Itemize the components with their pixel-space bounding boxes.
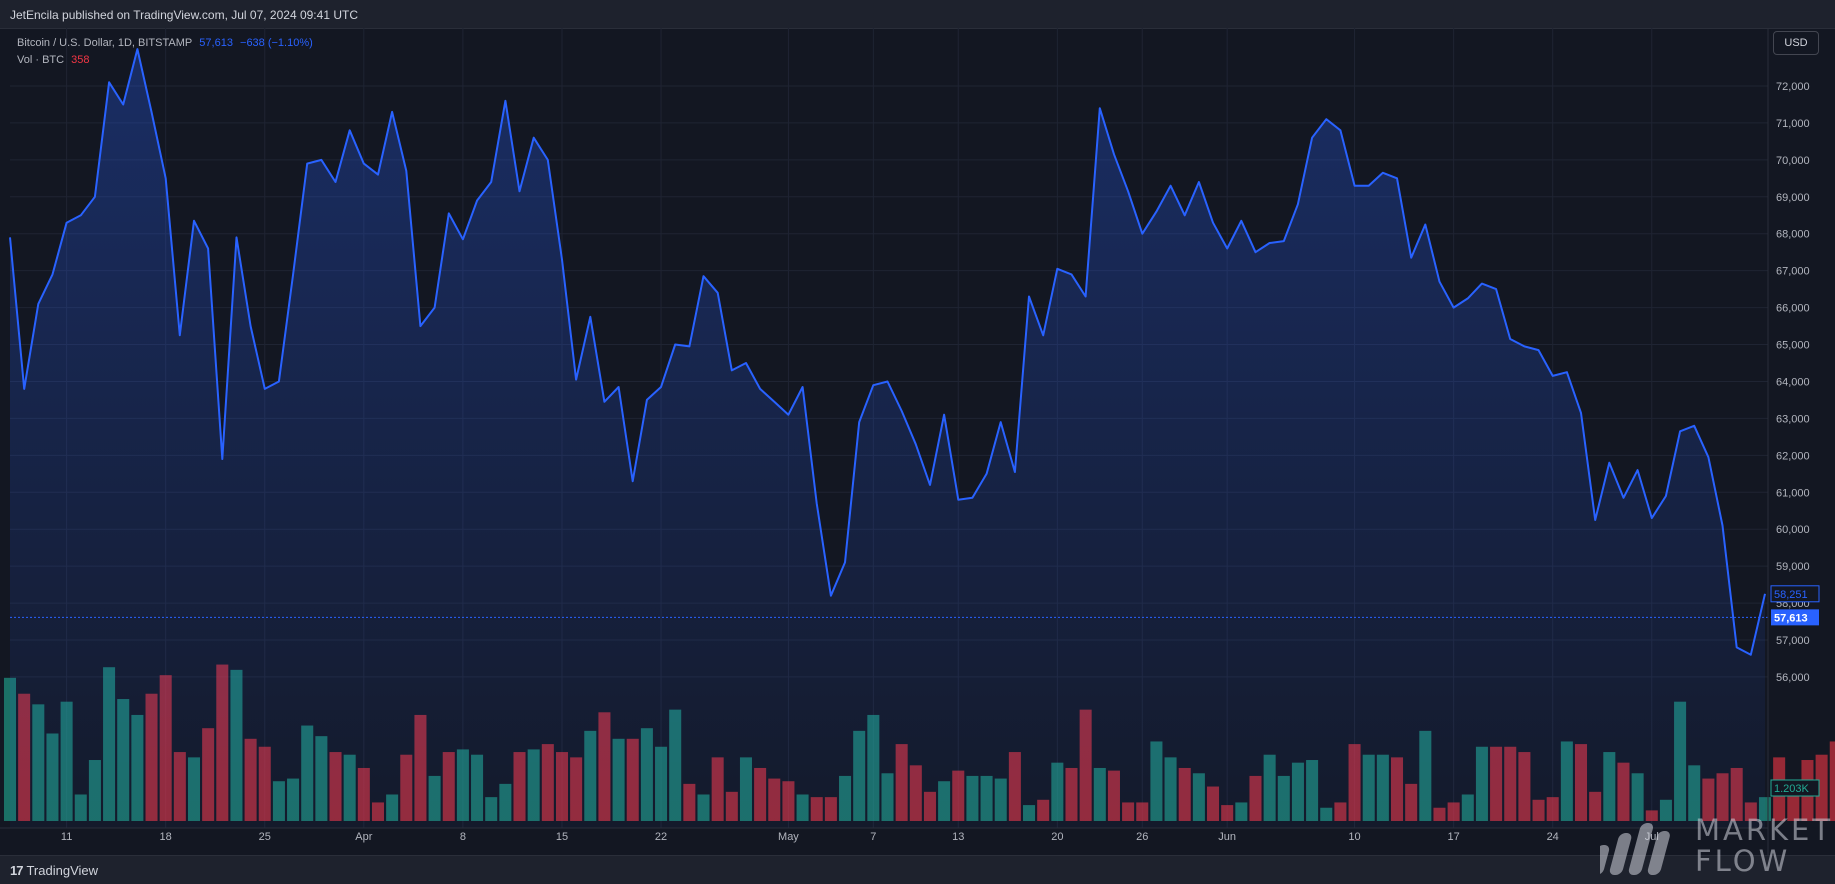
x-tick-label: 10: [1348, 831, 1360, 843]
top-bar: JetEncila published on TradingView.com, …: [0, 0, 1835, 29]
published-info: JetEncila published on TradingView.com, …: [10, 8, 358, 22]
volume-label[interactable]: Vol · BTC: [17, 54, 64, 66]
x-tick-label: 18: [160, 831, 172, 843]
x-tick-label: 24: [1547, 831, 1559, 843]
y-tick-label: 56,000: [1776, 672, 1810, 684]
bottom-bar: 17 TradingView: [0, 855, 1835, 884]
y-tick-label: 59,000: [1776, 561, 1810, 573]
previous-close-tag: 57,613: [1771, 609, 1819, 626]
tradingview-logo-icon: 17: [10, 863, 24, 878]
price-chart[interactable]: 56,00057,00058,00059,00060,00061,00062,0…: [0, 28, 1835, 855]
y-tick-label: 72,000: [1776, 81, 1810, 93]
x-tick-label: 15: [556, 831, 568, 843]
y-tick-label: 65,000: [1776, 340, 1810, 352]
price-area-fill: [10, 49, 1765, 829]
volume-bar: [1829, 741, 1835, 821]
price-change: −638 (−1.10%): [240, 37, 313, 49]
current-price-tag: 58,251: [1770, 585, 1820, 603]
tradingview-brand[interactable]: 17 TradingView: [10, 863, 98, 878]
x-tick-label: May: [778, 831, 799, 843]
x-tick-label: 11: [61, 831, 72, 843]
y-tick-label: 71,000: [1776, 118, 1810, 130]
chart-legend: Bitcoin / U.S. Dollar, 1D, BITSTAMP 57,6…: [17, 35, 317, 69]
price-area: [9, 48, 1768, 829]
symbol-label[interactable]: Bitcoin / U.S. Dollar, 1D, BITSTAMP: [17, 37, 192, 49]
x-tick-label: 8: [460, 831, 466, 843]
y-tick-label: 66,000: [1776, 303, 1810, 315]
x-tick-label: 25: [259, 831, 271, 843]
watermark-line2: FLOW: [1695, 844, 1791, 878]
y-tick-label: 62,000: [1776, 450, 1810, 462]
last-price: 57,613: [199, 37, 233, 49]
y-tick-label: 64,000: [1776, 376, 1810, 388]
currency-button[interactable]: USD: [1773, 31, 1819, 55]
y-tick-label: 57,000: [1776, 635, 1810, 647]
volume-price-label: 1.203K: [1774, 783, 1810, 795]
previous-close-label: 57,613: [1774, 612, 1808, 624]
volume-tag: 1.203K: [1770, 779, 1820, 797]
y-tick-label: 67,000: [1776, 266, 1810, 278]
volume-value: 358: [71, 54, 90, 66]
x-tick-label: 20: [1051, 831, 1063, 843]
market-flow-watermark: MARKET FLOW: [1600, 815, 1830, 880]
watermark-logo-icon: [1600, 823, 1670, 875]
x-tick-label: 7: [870, 831, 876, 843]
y-tick-label: 60,000: [1776, 524, 1810, 536]
watermark-line1: MARKET: [1695, 813, 1834, 847]
x-tick-label: 26: [1136, 831, 1148, 843]
y-tick-label: 70,000: [1776, 155, 1810, 167]
x-tick-label: 22: [655, 831, 667, 843]
y-tick-label: 69,000: [1776, 192, 1810, 204]
brand-name: TradingView: [26, 863, 99, 878]
x-tick-label: 13: [952, 831, 964, 843]
x-tick-label: 17: [1448, 831, 1460, 843]
x-tick-label: Apr: [355, 831, 372, 843]
y-tick-label: 63,000: [1776, 413, 1810, 425]
current-price-label: 58,251: [1774, 589, 1808, 601]
y-tick-label: 68,000: [1776, 229, 1810, 241]
x-tick-label: Jun: [1218, 831, 1236, 843]
y-tick-label: 61,000: [1776, 487, 1810, 499]
